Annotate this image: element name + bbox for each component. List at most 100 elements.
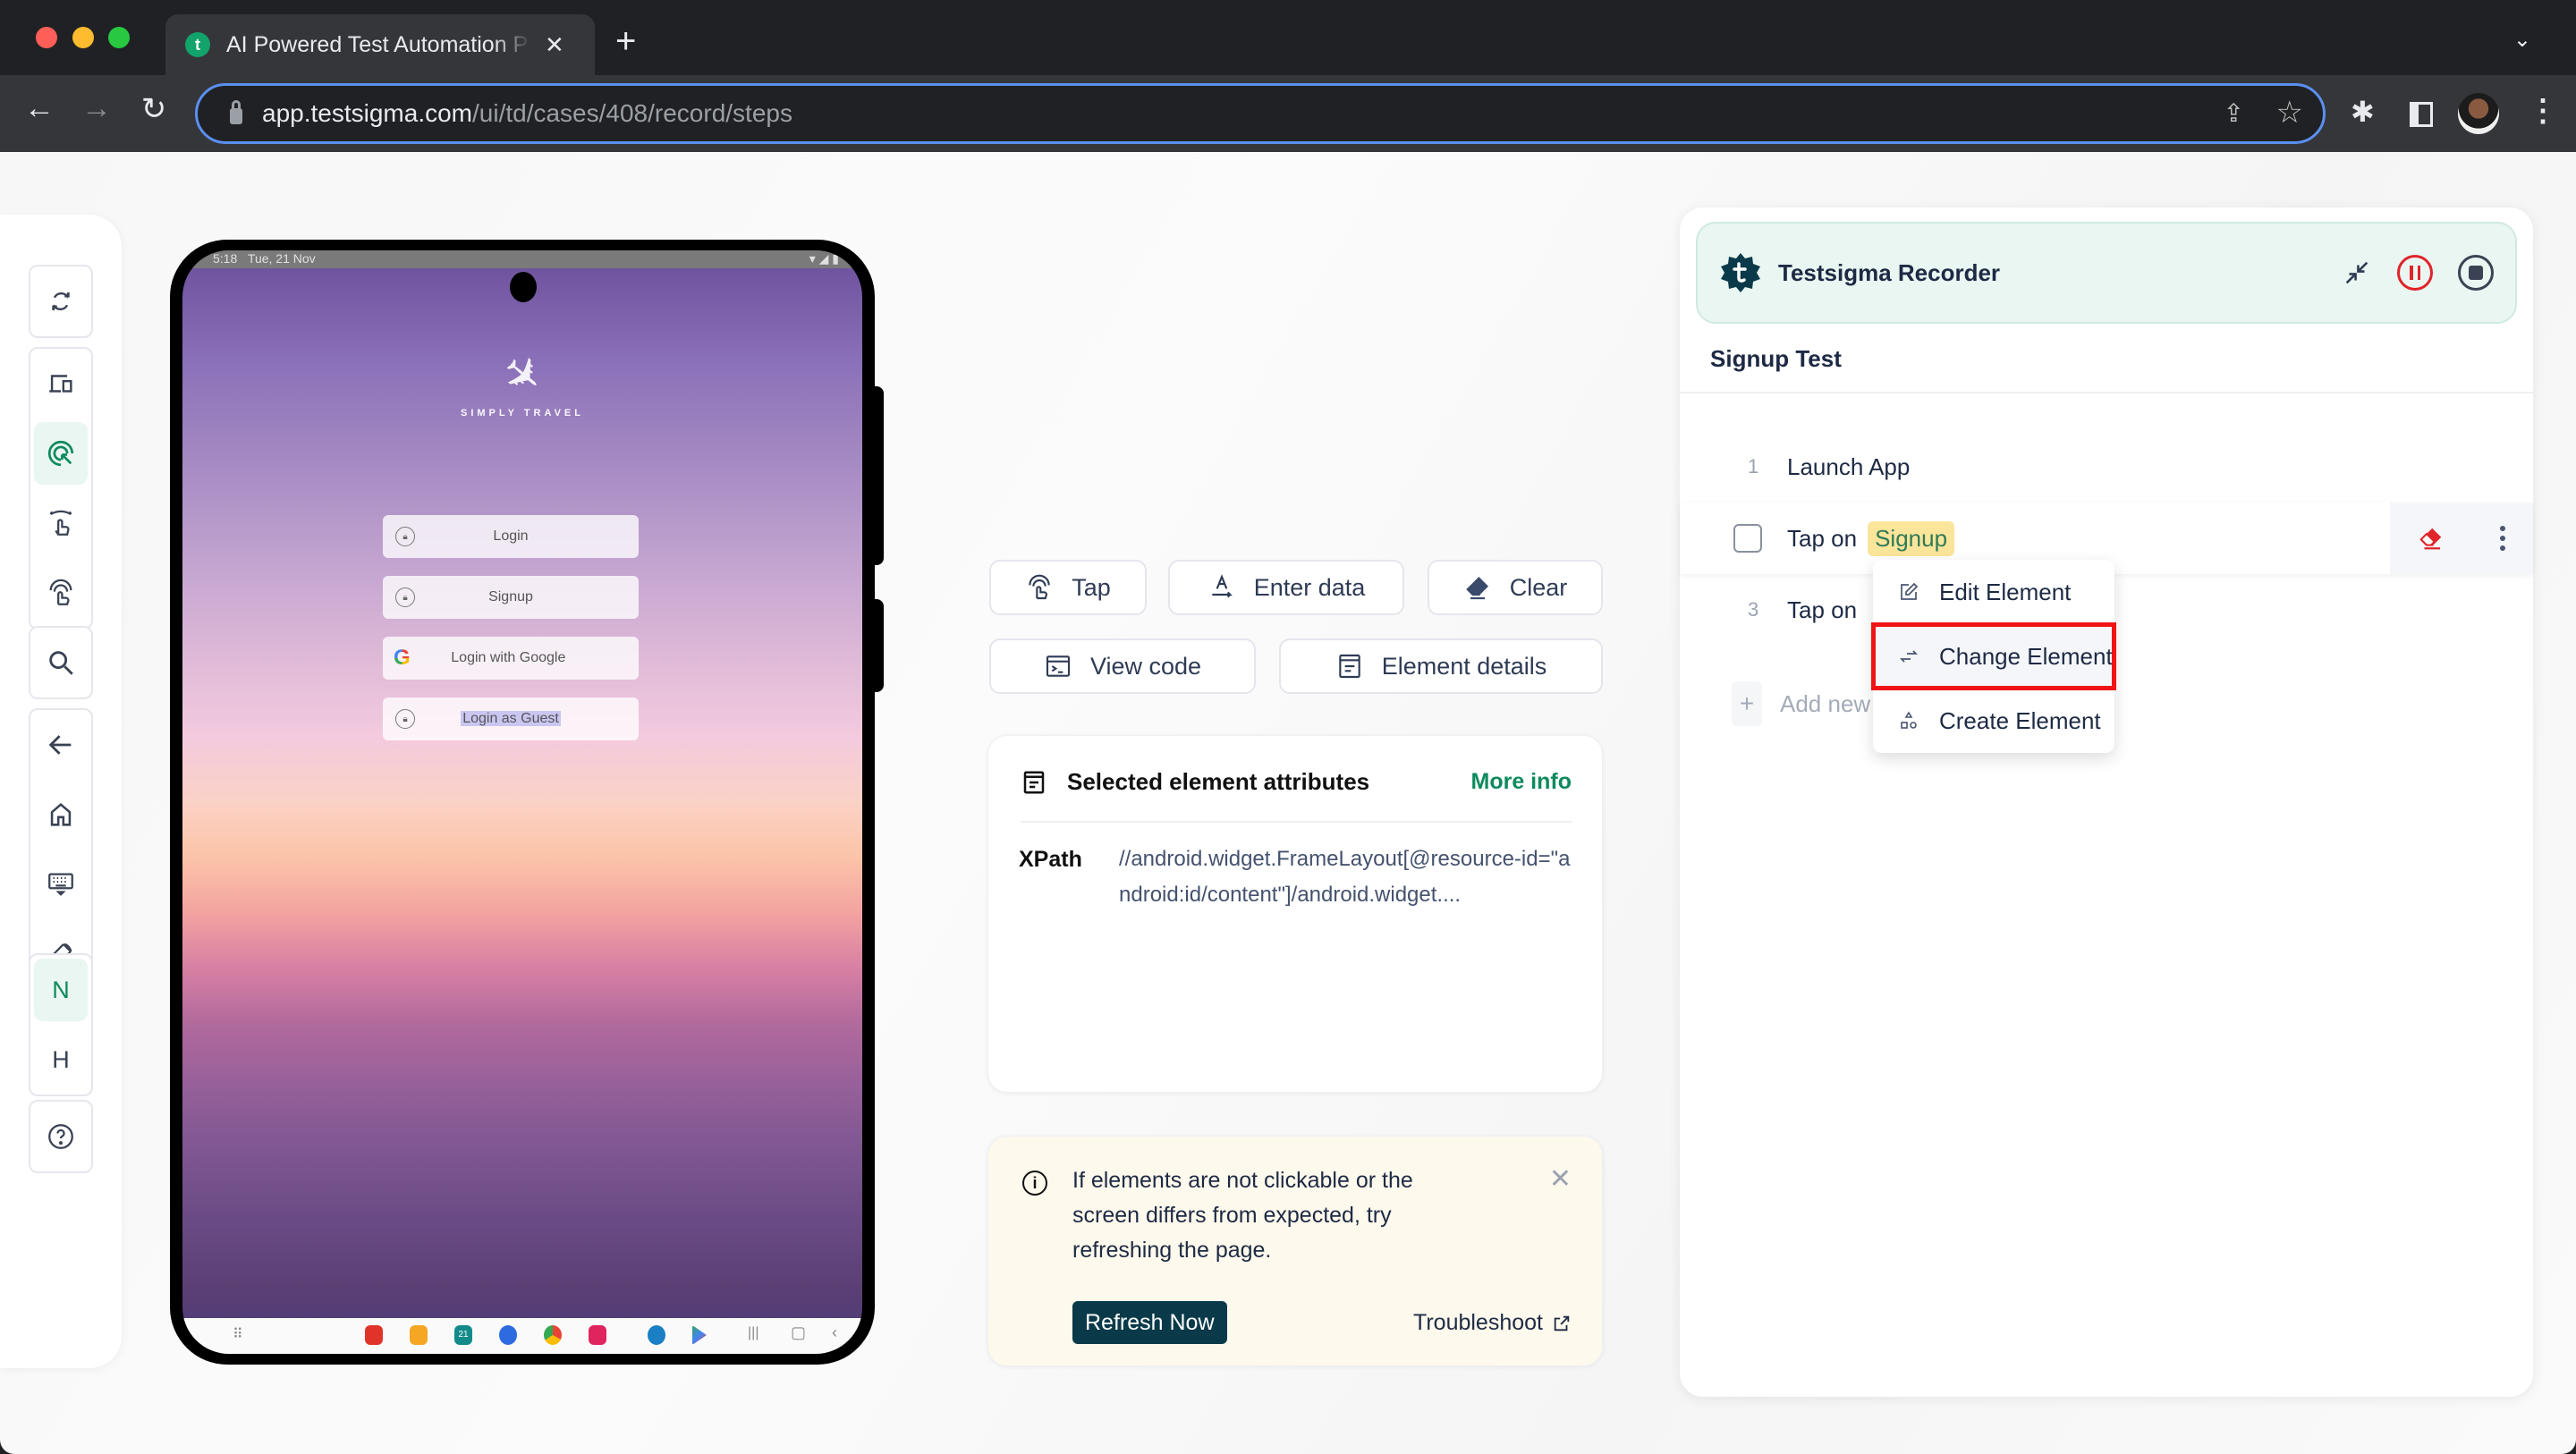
refresh-now-button[interactable]: Refresh Now: [1072, 1301, 1227, 1344]
step-checkbox[interactable]: [1733, 524, 1762, 553]
step-more-icon[interactable]: [2500, 526, 2505, 551]
home-nav-icon[interactable]: ▢: [791, 1323, 806, 1342]
search-button[interactable]: [30, 628, 91, 697]
divider: [1680, 392, 2533, 393]
step-text: Tap on: [1787, 524, 1858, 552]
lock-icon[interactable]: [230, 100, 242, 124]
forward-arrow-icon[interactable]: →: [77, 91, 116, 126]
testsigma-app-icon[interactable]: [648, 1325, 665, 1345]
profile-avatar[interactable]: [2458, 93, 2499, 134]
play-store-icon[interactable]: [692, 1325, 707, 1345]
back-icon: [48, 735, 72, 755]
rail-group-search: [29, 626, 93, 699]
rail-group-device-nav: [29, 708, 93, 991]
window-minimize-button[interactable]: [72, 27, 94, 48]
element-context-menu: Edit Element Change Element Create Eleme…: [1871, 560, 2116, 753]
app-drawer-icon[interactable]: ⠿: [233, 1325, 243, 1343]
back-nav-icon[interactable]: ‹: [832, 1323, 837, 1342]
tap-button[interactable]: Tap: [989, 560, 1147, 615]
inspect-mode-button[interactable]: [34, 422, 88, 485]
device-icon: [49, 375, 72, 393]
rail-group-letters: N H: [29, 953, 93, 1096]
step-text: Tap on: [1787, 596, 1858, 623]
app-login-button[interactable]: 🔒︎ Login: [383, 515, 639, 558]
step-row[interactable]: 1 Launch App: [1680, 431, 2533, 503]
eraser-icon: [1465, 577, 1488, 600]
menu-item-edit-element[interactable]: Edit Element: [1873, 560, 2114, 624]
terminal-icon: [1046, 655, 1071, 677]
stop-recording-button[interactable]: [2458, 255, 2494, 291]
rail-group-modes: [29, 347, 93, 630]
window-maximize-button[interactable]: [108, 27, 130, 48]
recents-icon[interactable]: |||: [748, 1325, 758, 1341]
refresh-device-button[interactable]: [30, 266, 91, 336]
kebab-menu-icon[interactable]: ⋮: [2528, 93, 2558, 129]
app-guest-login-button[interactable]: 🔒︎ Login as Guest: [383, 697, 639, 740]
menu-item-change-element[interactable]: Change Element: [1871, 622, 2116, 690]
app-google-login-button[interactable]: G Login with Google: [383, 637, 639, 680]
pause-recording-button[interactable]: [2397, 255, 2433, 291]
add-new-step[interactable]: + Add new: [1732, 681, 1870, 726]
browser-toolbar: ← → ↻ app.testsigma.com/ui/td/cases/408/…: [0, 75, 2576, 152]
tap-mode-button[interactable]: [30, 558, 91, 628]
help-icon: [48, 1124, 73, 1149]
recorder-title: Testsigma Recorder: [1778, 258, 2001, 286]
tap-icon: [49, 579, 72, 605]
view-code-button[interactable]: View code: [989, 638, 1256, 694]
tab-close-icon[interactable]: ✕: [545, 31, 564, 59]
collapse-arrows-icon: [2345, 261, 2368, 284]
menu-item-create-element[interactable]: Create Element: [1873, 689, 2114, 753]
new-tab-icon[interactable]: +: [615, 23, 636, 59]
minimize-button[interactable]: [2342, 258, 2372, 288]
lock-icon: 🔒︎: [395, 709, 415, 729]
home-icon: [50, 802, 72, 826]
url-host: app.testsigma.com: [262, 99, 472, 127]
notes-app-icon[interactable]: [365, 1325, 383, 1345]
help-button[interactable]: [30, 1102, 91, 1171]
reload-icon[interactable]: ↻: [134, 91, 174, 127]
more-info-link[interactable]: More info: [1471, 769, 1572, 795]
device-view-button[interactable]: [30, 349, 91, 418]
address-bar[interactable]: app.testsigma.com/ui/td/cases/408/record…: [195, 83, 2326, 144]
device-status-bar: 5:18 Tue, 21 Nov ▾ ◢ ▮: [182, 250, 862, 268]
enter-data-button[interactable]: Enter data: [1168, 560, 1404, 615]
device-back-button[interactable]: [30, 710, 91, 780]
element-details-button[interactable]: Element details: [1279, 638, 1603, 694]
stop-icon: [2458, 255, 2494, 291]
back-arrow-icon[interactable]: ←: [20, 91, 59, 126]
plus-icon: +: [1732, 681, 1762, 726]
messages-app-icon[interactable]: [499, 1325, 517, 1345]
tab-list-chevron-icon[interactable]: ⌄: [2513, 27, 2531, 53]
info-icon: i: [1022, 1171, 1047, 1196]
rail-letter-n[interactable]: N: [34, 959, 88, 1021]
app-signup-button[interactable]: 🔒︎ Signup: [383, 576, 639, 619]
rail-group-refresh: [29, 265, 93, 338]
share-icon[interactable]: ⇪: [2224, 98, 2244, 128]
extensions-icon[interactable]: ✱: [2351, 95, 2375, 129]
calendar-app-icon[interactable]: 21: [454, 1325, 472, 1345]
device-keyboard-button[interactable]: [30, 850, 91, 919]
attributes-header: Selected element attributes More info: [1021, 768, 1572, 823]
browser-tab[interactable]: t AI Powered Test Automation Platform ✕: [165, 14, 595, 75]
device-screen[interactable]: 5:18 Tue, 21 Nov ▾ ◢ ▮ ✈ SIMPLY TRAVEL 🔒…: [182, 250, 862, 1354]
star-icon[interactable]: ☆: [2276, 95, 2303, 131]
eraser-icon[interactable]: [2418, 525, 2445, 552]
device-home-button[interactable]: [30, 780, 91, 850]
rail-letter-h[interactable]: H: [30, 1025, 91, 1095]
troubleshoot-link[interactable]: Troubleshoot: [1413, 1310, 1572, 1336]
step-element-chip[interactable]: Signup: [1868, 520, 1955, 556]
refresh-info-banner: i If elements are not clickable or the s…: [987, 1136, 1603, 1366]
swipe-mode-button[interactable]: [30, 488, 91, 558]
details-icon: [1338, 654, 1360, 679]
clear-button[interactable]: Clear: [1428, 560, 1603, 615]
step-number: 1: [1748, 455, 1759, 478]
sidepanel-icon[interactable]: [2410, 102, 2433, 127]
device-frame: 5:18 Tue, 21 Nov ▾ ◢ ▮ ✈ SIMPLY TRAVEL 🔒…: [170, 240, 875, 1365]
close-icon[interactable]: ✕: [1549, 1163, 1572, 1195]
files-app-icon[interactable]: [410, 1325, 428, 1345]
window-close-button[interactable]: [36, 27, 57, 48]
test-case-name: Signup Test: [1710, 345, 1842, 372]
lock-icon: 🔒︎: [395, 527, 415, 546]
camera-app-icon[interactable]: [589, 1325, 606, 1345]
chrome-app-icon[interactable]: [544, 1325, 562, 1345]
